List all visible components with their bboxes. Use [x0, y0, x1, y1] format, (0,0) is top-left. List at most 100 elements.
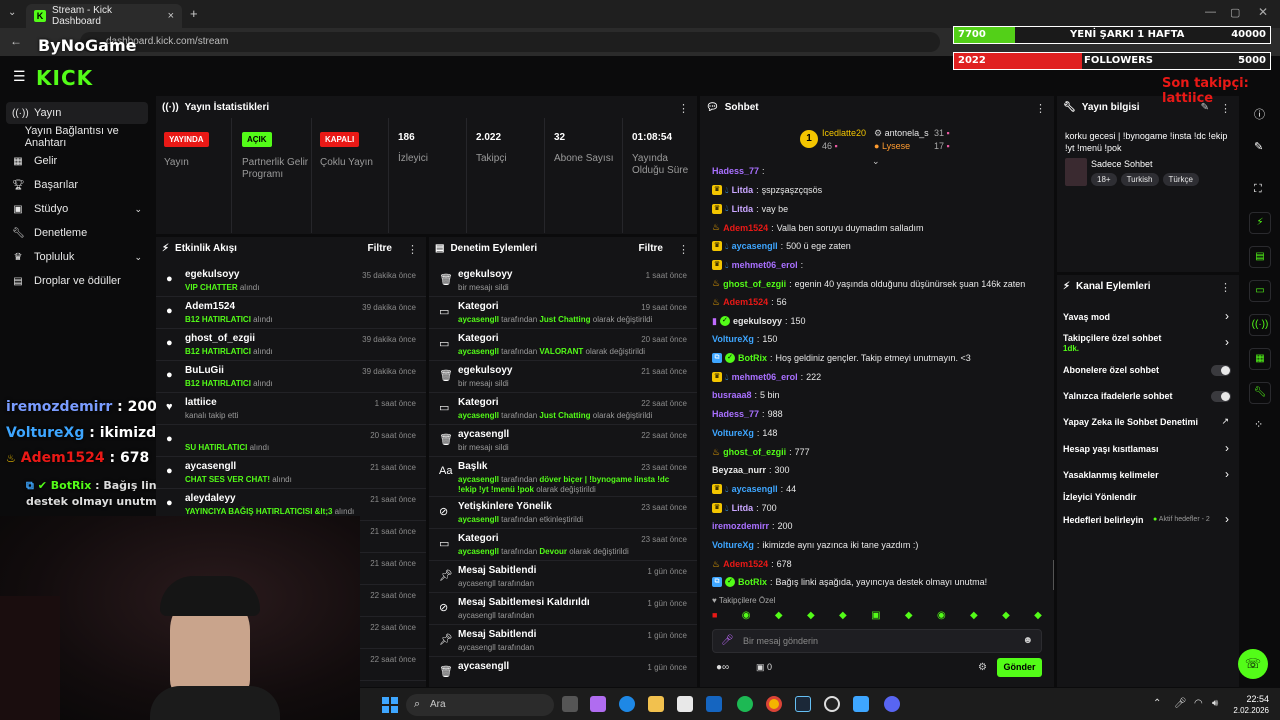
- activity-row[interactable]: ● BuLuGii B12 HATIRLATICI alındı 39 dakika …: [156, 361, 426, 393]
- emote-icon[interactable]: ◆: [775, 610, 783, 624]
- more-icon[interactable]: ⋮: [407, 243, 418, 256]
- chat-message[interactable]: VoltureXg: ikimizde aynı yazınca iki tane…: [712, 540, 918, 550]
- chat-input[interactable]: 🎤︎ Bir mesaj gönderin ☻: [712, 629, 1042, 653]
- clock-date[interactable]: 2.02.2026: [1221, 706, 1269, 715]
- url-field[interactable]: dashboard.kick.com/stream: [80, 32, 940, 52]
- moderation-row[interactable]: 🗑︎ aycasengll 1 gün önce: [429, 657, 697, 687]
- chat-username[interactable]: Adem1524: [723, 223, 768, 233]
- leader-3[interactable]: ● Lysese: [874, 141, 910, 151]
- back-icon[interactable]: ←: [10, 34, 22, 48]
- chat-username[interactable]: busraaa8: [712, 390, 752, 400]
- moderation-row[interactable]: Aa Başlık aycasengll tarafından döver biçe…: [429, 457, 697, 497]
- emoji-icon[interactable]: ☻: [1022, 635, 1033, 646]
- chevron-right-icon[interactable]: ›: [1225, 335, 1229, 349]
- chat-scrollbar[interactable]: [1053, 560, 1054, 590]
- chat-username[interactable]: BotRix: [738, 577, 767, 587]
- more-icon[interactable]: ⋮: [678, 243, 689, 256]
- leader-name[interactable]: Icedlatte20: [822, 128, 866, 138]
- discord-icon[interactable]: [884, 696, 900, 712]
- chat-rail-button[interactable]: ▭: [1249, 280, 1271, 302]
- chat-message[interactable]: ⧉ ✓ BotRix: Bağış linki aşağıda, yayıncıya …: [712, 577, 987, 588]
- more-icon[interactable]: ⋮: [1220, 281, 1231, 294]
- points-display[interactable]: ▣ 0: [756, 662, 772, 673]
- moderation-row[interactable]: ▭ Kategori aycasengll tarafından Devour ol…: [429, 529, 697, 561]
- moderation-row[interactable]: 🗑︎ egekulsoyy bir mesajı sildi 1 saat önce: [429, 265, 697, 297]
- chat-message[interactable]: VoltureXg:148: [712, 428, 777, 438]
- app-icon[interactable]: [677, 696, 693, 712]
- more-icon[interactable]: ⋮: [678, 102, 689, 115]
- taskbar-search[interactable]: ⌕ Ara: [406, 694, 554, 716]
- chat-username[interactable]: ghost_of_ezgii: [723, 447, 786, 457]
- maximize-icon[interactable]: ▢: [1230, 6, 1240, 19]
- menu-icon[interactable]: ☰: [13, 68, 26, 85]
- sidebar-item-basarilar[interactable]: 🏆︎ Başarılar: [6, 174, 148, 196]
- chat-username[interactable]: VoltureXg: [712, 540, 754, 550]
- app-icon[interactable]: [853, 696, 869, 712]
- chevron-right-icon[interactable]: ›: [1225, 441, 1229, 455]
- kick-logo[interactable]: KICK: [36, 66, 93, 90]
- chat-message[interactable]: ♛ 💧︎ Litda: vay be: [712, 203, 788, 214]
- chat-username[interactable]: mehmet06_erol: [732, 260, 798, 270]
- activity-row[interactable]: ● egekulsoyy VIP CHATTER alındı 35 dakika ö…: [156, 265, 426, 297]
- close-tab-icon[interactable]: ×: [168, 10, 174, 22]
- moderation-row[interactable]: 📌︎ Mesaj Sabitlendi aycasengll tarafından 1…: [429, 625, 697, 657]
- emote-icon[interactable]: ◆: [839, 610, 847, 624]
- chat-message[interactable]: iremozdemirr:200: [712, 521, 793, 531]
- tray-chevron-icon[interactable]: ⌃: [1153, 698, 1161, 709]
- chevron-right-icon[interactable]: ›: [1225, 467, 1229, 481]
- banned-words-label[interactable]: Yasaklanmış kelimeler: [1063, 470, 1159, 480]
- emote-icon[interactable]: ◉: [742, 610, 751, 624]
- chat-username[interactable]: mehmet06_erol: [732, 372, 798, 382]
- chat-username[interactable]: egekulsoyy: [733, 316, 782, 326]
- doc-rail-button[interactable]: ▤: [1249, 246, 1271, 268]
- chat-message[interactable]: Hadess_77:: [712, 166, 768, 176]
- chrome-icon[interactable]: [766, 696, 782, 712]
- activity-row[interactable]: ● ghost_of_ezgii B12 HATIRLATICI alındı 39 …: [156, 329, 426, 361]
- tool-rail-button[interactable]: 🔧︎: [1249, 382, 1271, 404]
- spotify-icon[interactable]: [737, 696, 753, 712]
- sidebar-item-denetleme[interactable]: 🔧︎ Denetleme: [6, 222, 148, 244]
- send-button[interactable]: Gönder: [997, 658, 1042, 677]
- bolt-rail-button[interactable]: ⚡︎: [1249, 212, 1271, 234]
- chat-username[interactable]: Litda: [732, 185, 754, 195]
- info-icon[interactable]: ⓘ: [1254, 106, 1265, 122]
- emote-icon[interactable]: ◆: [970, 610, 978, 624]
- mic-icon[interactable]: 🎤︎: [1174, 698, 1187, 709]
- slow-mode-label[interactable]: Yavaş mod: [1063, 312, 1110, 322]
- chat-username[interactable]: VoltureXg: [712, 428, 754, 438]
- tag[interactable]: Türkçe: [1162, 173, 1199, 186]
- moderation-row[interactable]: ▭ Kategori aycasengll tarafından Just Chat…: [429, 393, 697, 425]
- more-rail-icon[interactable]: ⁘: [1254, 418, 1263, 431]
- more-icon[interactable]: ⋮: [1035, 102, 1046, 115]
- emote-only-toggle[interactable]: [1211, 391, 1231, 402]
- clock-time[interactable]: 22:54: [1233, 694, 1269, 704]
- chat-message[interactable]: ♛ 💧︎ mehmet06_erol:222: [712, 372, 821, 383]
- layout-rail-button[interactable]: ▦: [1249, 348, 1271, 370]
- chat-username[interactable]: aycasengll: [732, 241, 778, 251]
- chat-username[interactable]: Hadess_77: [712, 166, 759, 176]
- pen-icon[interactable]: ✎: [1254, 140, 1263, 153]
- moderation-row[interactable]: ▭ Kategori aycasengll tarafından Just Chat…: [429, 297, 697, 329]
- chat-message[interactable]: ♛ 💧︎ Litda: şspzşaşzçqsös: [712, 185, 822, 196]
- volume-icon[interactable]: 🔊︎: [1212, 698, 1218, 709]
- broadcast-rail-button[interactable]: ((·)): [1249, 314, 1271, 336]
- sidebar-item-studyo[interactable]: ▣ Stüdyo ⌄: [6, 198, 148, 220]
- sidebar-item-topluluk[interactable]: ♛ Topluluk ⌄: [6, 246, 148, 268]
- mic-icon[interactable]: 🎤︎: [721, 635, 734, 646]
- chat-username[interactable]: iremozdemirr: [712, 521, 769, 531]
- settings-icon[interactable]: ⚙: [978, 662, 987, 673]
- emote-icon[interactable]: ■: [712, 610, 717, 624]
- chat-message[interactable]: VoltureXg:150: [712, 334, 777, 344]
- viewers-icon[interactable]: ●∞: [716, 662, 729, 673]
- chat-message[interactable]: ♛ 💧︎ Litda:700: [712, 503, 777, 514]
- emote-icon[interactable]: ◆: [905, 610, 913, 624]
- subs-only-toggle[interactable]: [1211, 365, 1231, 376]
- tab-list-icon[interactable]: ⌄: [8, 7, 16, 18]
- chat-message[interactable]: Hadess_77:988: [712, 409, 783, 419]
- chat-username[interactable]: Litda: [732, 503, 754, 513]
- chat-message[interactable]: ♨ Adem1524:678: [712, 559, 792, 570]
- tag[interactable]: 18+: [1091, 173, 1117, 186]
- chat-message[interactable]: ♨ ghost_of_ezgii:777: [712, 447, 810, 458]
- expand-icon[interactable]: ⛶: [1254, 183, 1262, 196]
- explorer-icon[interactable]: [648, 696, 664, 712]
